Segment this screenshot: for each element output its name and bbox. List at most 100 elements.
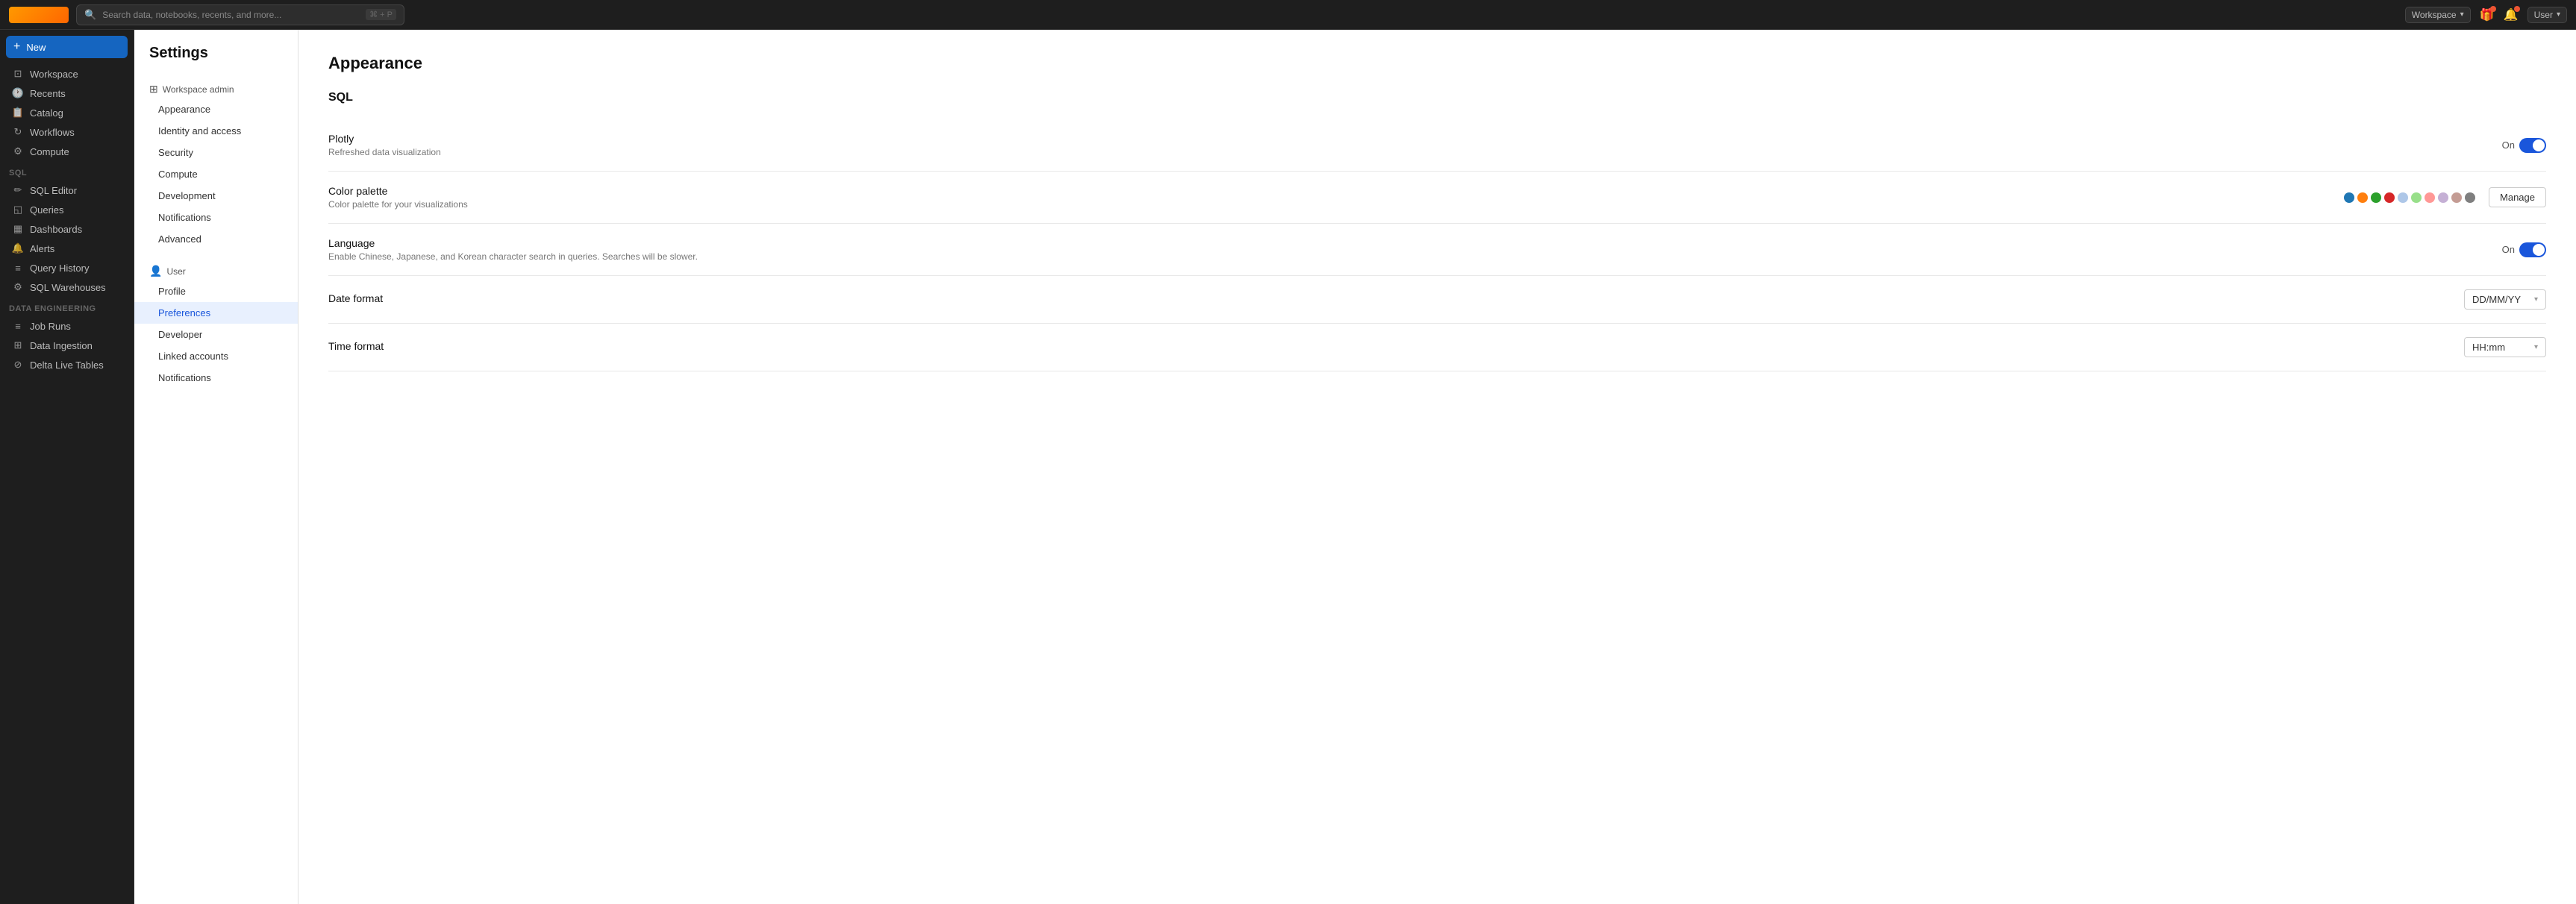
swatch-2: [2371, 192, 2381, 203]
time-format-info: Time format: [328, 340, 2464, 354]
settings-nav-preferences[interactable]: Preferences: [134, 302, 298, 324]
search-placeholder: Search data, notebooks, recents, and mor…: [102, 10, 360, 20]
user-section: 👤 User: [134, 259, 298, 280]
settings-nav-security[interactable]: Security: [134, 142, 298, 163]
swatch-3: [2384, 192, 2395, 203]
sidebar-item-catalog[interactable]: 📋 Catalog: [3, 103, 131, 122]
language-control: On: [2502, 242, 2546, 257]
language-desc: Enable Chinese, Japanese, and Korean cha…: [328, 251, 2502, 262]
bell-icon[interactable]: 🔔: [2502, 6, 2520, 24]
settings-nav-profile[interactable]: Profile: [134, 280, 298, 302]
page-title: Appearance: [328, 54, 2546, 73]
date-format-control: DD/MM/YY ▾: [2464, 289, 2546, 310]
gift-icon[interactable]: 🎁: [2478, 6, 2496, 24]
sidebar-item-query-history[interactable]: ≡ Query History: [3, 258, 131, 277]
color-palette-desc: Color palette for your visualizations: [328, 199, 2344, 210]
settings-panel: Settings ⊞ Workspace admin Appearance Id…: [134, 30, 298, 904]
color-palette-label: Color palette: [328, 185, 2344, 197]
sidebar-item-query-history-label: Query History: [30, 263, 89, 274]
user-section-icon: 👤: [149, 265, 162, 277]
settings-nav-advanced[interactable]: Advanced: [134, 228, 298, 250]
sidebar-item-data-ingestion[interactable]: ⊞ Data Ingestion: [3, 336, 131, 355]
sidebar-item-catalog-label: Catalog: [30, 107, 63, 119]
user-selector-label: User: [2534, 10, 2553, 20]
sidebar-item-sql-warehouses-label: SQL Warehouses: [30, 282, 106, 293]
sidebar-item-alerts-label: Alerts: [30, 243, 54, 254]
sidebar-item-dashboards[interactable]: ▦ Dashboards: [3, 219, 131, 239]
queries-icon: ◱: [12, 204, 24, 216]
sidebar-item-compute[interactable]: ⚙ Compute: [3, 142, 131, 161]
sidebar-item-dashboards-label: Dashboards: [30, 224, 82, 235]
plotly-toggle-label: On: [2502, 139, 2515, 151]
search-icon: 🔍: [84, 9, 96, 21]
sidebar-item-workflows[interactable]: ↻ Workflows: [3, 122, 131, 142]
data-ingestion-icon: ⊞: [12, 339, 24, 351]
sidebar-item-sql-warehouses[interactable]: ⚙ SQL Warehouses: [3, 277, 131, 297]
language-row: Language Enable Chinese, Japanese, and K…: [328, 224, 2546, 276]
sidebar-item-alerts[interactable]: 🔔 Alerts: [3, 239, 131, 258]
search-bar[interactable]: 🔍 Search data, notebooks, recents, and m…: [76, 4, 404, 25]
sidebar-item-delta-live-tables-label: Delta Live Tables: [30, 360, 104, 371]
workspace-selector[interactable]: Workspace ▾: [2405, 7, 2471, 23]
manage-color-palette-button[interactable]: Manage: [2489, 187, 2546, 207]
sidebar-item-job-runs[interactable]: ≡ Job Runs: [3, 316, 131, 336]
language-toggle[interactable]: [2519, 242, 2546, 257]
workspace-admin-section: ⊞ Workspace admin: [134, 77, 298, 98]
plotly-toggle[interactable]: [2519, 138, 2546, 153]
plus-icon: +: [13, 40, 20, 54]
user-section-label: User: [166, 266, 185, 277]
bell-badge: [2514, 6, 2520, 12]
query-history-icon: ≡: [12, 262, 24, 274]
swatch-0: [2344, 192, 2354, 203]
delta-live-tables-icon: ⊘: [12, 359, 24, 371]
user-selector-chevron: ▾: [2557, 10, 2560, 19]
job-runs-icon: ≡: [12, 320, 24, 332]
dashboards-icon: ▦: [12, 223, 24, 235]
sidebar-item-sql-editor-label: SQL Editor: [30, 185, 77, 196]
sidebar-item-recents[interactable]: 🕐 Recents: [3, 84, 131, 103]
content-area: Appearance SQL Plotly Refreshed data vis…: [298, 30, 2576, 904]
date-format-label: Date format: [328, 292, 2464, 304]
new-button[interactable]: + New: [6, 36, 128, 58]
sidebar-item-workspace-label: Workspace: [30, 69, 78, 80]
color-palette-row: Color palette Color palette for your vis…: [328, 172, 2546, 224]
sidebar-item-delta-live-tables[interactable]: ⊘ Delta Live Tables: [3, 355, 131, 374]
color-palette-swatches: [2344, 192, 2475, 203]
time-format-control: HH:mm ▾: [2464, 337, 2546, 357]
swatch-9: [2465, 192, 2475, 203]
settings-nav-identity-access[interactable]: Identity and access: [134, 120, 298, 142]
sidebar-item-queries-label: Queries: [30, 204, 64, 216]
sidebar-item-workspace[interactable]: ⊡ Workspace: [3, 64, 131, 84]
workspace-admin-icon: ⊞: [149, 83, 158, 95]
plotly-label: Plotly: [328, 133, 2502, 145]
language-info: Language Enable Chinese, Japanese, and K…: [328, 237, 2502, 262]
date-format-dropdown[interactable]: DD/MM/YY ▾: [2464, 289, 2546, 310]
user-selector[interactable]: User ▾: [2527, 7, 2567, 23]
recents-icon: 🕐: [12, 87, 24, 99]
settings-nav-developer[interactable]: Developer: [134, 324, 298, 345]
workspace-icon: ⊡: [12, 68, 24, 80]
language-toggle-label: On: [2502, 244, 2515, 255]
workspace-selector-label: Workspace: [2412, 10, 2457, 20]
date-format-info: Date format: [328, 292, 2464, 307]
catalog-icon: 📋: [12, 107, 24, 119]
settings-nav-development[interactable]: Development: [134, 185, 298, 207]
plotly-control: On: [2502, 138, 2546, 153]
sidebar-item-sql-editor[interactable]: ✏ SQL Editor: [3, 181, 131, 200]
settings-nav-linked-accounts[interactable]: Linked accounts: [134, 345, 298, 367]
settings-nav-appearance[interactable]: Appearance: [134, 98, 298, 120]
sidebar-item-recents-label: Recents: [30, 88, 66, 99]
workflows-icon: ↻: [12, 126, 24, 138]
time-format-chevron: ▾: [2534, 343, 2538, 351]
time-format-row: Time format HH:mm ▾: [328, 324, 2546, 371]
time-format-dropdown[interactable]: HH:mm ▾: [2464, 337, 2546, 357]
sidebar: + New ⊡ Workspace 🕐 Recents 📋 Catalog ↻ …: [0, 30, 134, 904]
color-palette-info: Color palette Color palette for your vis…: [328, 185, 2344, 210]
settings-nav-compute[interactable]: Compute: [134, 163, 298, 185]
compute-icon: ⚙: [12, 145, 24, 157]
settings-nav-notifications[interactable]: Notifications: [134, 207, 298, 228]
swatch-4: [2398, 192, 2408, 203]
sidebar-item-queries[interactable]: ◱ Queries: [3, 200, 131, 219]
sidebar-item-job-runs-label: Job Runs: [30, 321, 71, 332]
settings-nav-user-notifications[interactable]: Notifications: [134, 367, 298, 389]
